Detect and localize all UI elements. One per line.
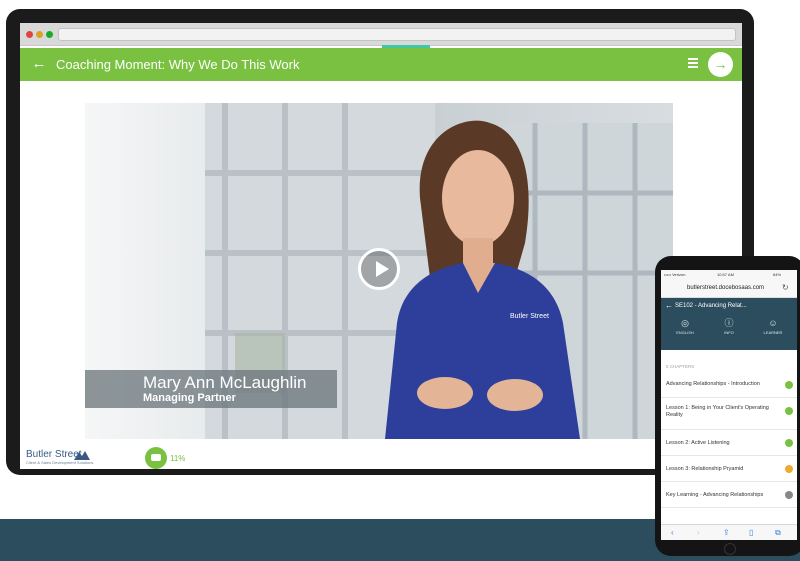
bookmarks-icon[interactable]: ▯ xyxy=(749,528,753,537)
chapters-count: 5 CHAPTERS xyxy=(666,364,695,369)
reload-icon[interactable]: ↻ xyxy=(782,283,789,292)
arrow-left-icon[interactable]: ← xyxy=(28,52,50,76)
speaker-name: Mary Ann McLaughlin xyxy=(143,373,307,392)
chapter-title: Advancing Relationships - Introduction xyxy=(666,381,760,387)
tabs-icon[interactable]: ⧉ xyxy=(775,528,781,538)
status-time: 10:57 AM xyxy=(717,272,734,277)
chapter-title: Key Learning - Advancing Relationships xyxy=(666,492,764,498)
page-title: Coaching Moment: Why We Do This Work xyxy=(56,57,300,72)
chapter-title: Lesson 1: Being in Your Client's Operati… xyxy=(666,405,769,418)
speaker-caption: Mary Ann McLaughlin Managing Partner xyxy=(85,370,337,408)
window-minimize-button[interactable] xyxy=(36,31,43,38)
tab-info[interactable]: ⓘ INFO xyxy=(709,318,749,335)
tab-learner[interactable]: ☺ LEARNER xyxy=(753,318,793,335)
butler-street-logo: Butler Street Client & Sales Development… xyxy=(26,449,96,467)
user-icon: ☺ xyxy=(768,318,778,328)
back-icon[interactable]: ‹ xyxy=(671,528,674,537)
chapter-item[interactable]: Advancing Relationships - Introduction xyxy=(661,372,797,398)
forward-icon[interactable]: › xyxy=(697,528,700,537)
address-text: butlerstreet.docebosaas.com xyxy=(687,285,765,291)
tab-label: INFO xyxy=(724,330,734,335)
mobile-address-bar[interactable]: butlerstreet.docebosaas.com ↻ xyxy=(661,279,797,298)
play-icon[interactable] xyxy=(358,248,400,290)
home-button[interactable] xyxy=(724,543,736,555)
chapter-item[interactable]: Lesson 1: Being in Your Client's Operati… xyxy=(661,398,797,430)
not-started-icon xyxy=(785,491,793,499)
mobile-screen: ••••• Verizon 10:57 AM 64% butlerstreet.… xyxy=(661,270,797,540)
checkmark-icon xyxy=(785,381,793,389)
course-progress-percent: 11% xyxy=(170,454,186,463)
mobile-course-header: ← SE102 - Advancing Relat... ◎ ENGLISH ⓘ… xyxy=(661,298,797,350)
share-icon[interactable]: ⇪ xyxy=(723,528,730,537)
logo-mark-icon xyxy=(74,451,90,460)
window-maximize-button[interactable] xyxy=(46,31,53,38)
in-progress-icon xyxy=(785,465,793,473)
video-player[interactable]: Butler Street Mary Ann McLaughlin Managi… xyxy=(85,103,673,439)
mobile-course-title: SE102 - Advancing Relat... xyxy=(675,303,747,309)
tab-english[interactable]: ◎ ENGLISH xyxy=(665,318,705,335)
chapter-title: Lesson 2: Active Listening xyxy=(666,440,730,446)
browser-chrome xyxy=(20,23,742,46)
tab-label: ENGLISH xyxy=(676,330,694,335)
desktop-monitor: ← Coaching Moment: Why We Do This Work → xyxy=(6,9,754,475)
chapter-item[interactable]: Key Learning - Advancing Relationships xyxy=(661,482,797,508)
battery-level: 64% xyxy=(773,272,782,277)
desktop-screen: ← Coaching Moment: Why We Do This Work → xyxy=(20,23,742,469)
arrow-right-icon[interactable]: → xyxy=(708,52,733,77)
chapter-item[interactable]: Lesson 3: Relationship Pryamid xyxy=(661,456,797,482)
logo-subtitle: Client & Sales Development Solutions xyxy=(26,460,94,465)
arrow-left-icon[interactable]: ← xyxy=(665,301,673,310)
window-close-button[interactable] xyxy=(26,31,33,38)
status-bar: ••••• Verizon 10:57 AM 64% xyxy=(661,270,797,279)
checkmark-icon xyxy=(785,407,793,415)
course-header: ← Coaching Moment: Why We Do This Work → xyxy=(20,48,742,81)
ios-toolbar: ‹ › ⇪ ▯ ⧉ xyxy=(661,524,797,540)
speaker-role: Managing Partner xyxy=(143,392,236,404)
url-field[interactable] xyxy=(58,28,736,41)
chat-bubble-icon[interactable] xyxy=(145,447,167,469)
checkmark-icon xyxy=(785,439,793,447)
globe-icon: ◎ xyxy=(681,318,689,328)
chapter-title: Lesson 3: Relationship Pryamid xyxy=(666,466,744,472)
hamburger-icon[interactable] xyxy=(688,58,698,68)
carrier-label: ••••• Verizon xyxy=(664,272,686,277)
marketing-screenshot: ← Coaching Moment: Why We Do This Work → xyxy=(0,0,800,561)
info-icon: ⓘ xyxy=(724,318,734,328)
chapter-item[interactable]: Lesson 2: Active Listening xyxy=(661,430,797,456)
tab-label: LEARNER xyxy=(763,330,783,335)
mobile-phone: ••••• Verizon 10:57 AM 64% butlerstreet.… xyxy=(655,256,800,556)
svg-text:Butler Street: Butler Street xyxy=(510,313,549,320)
